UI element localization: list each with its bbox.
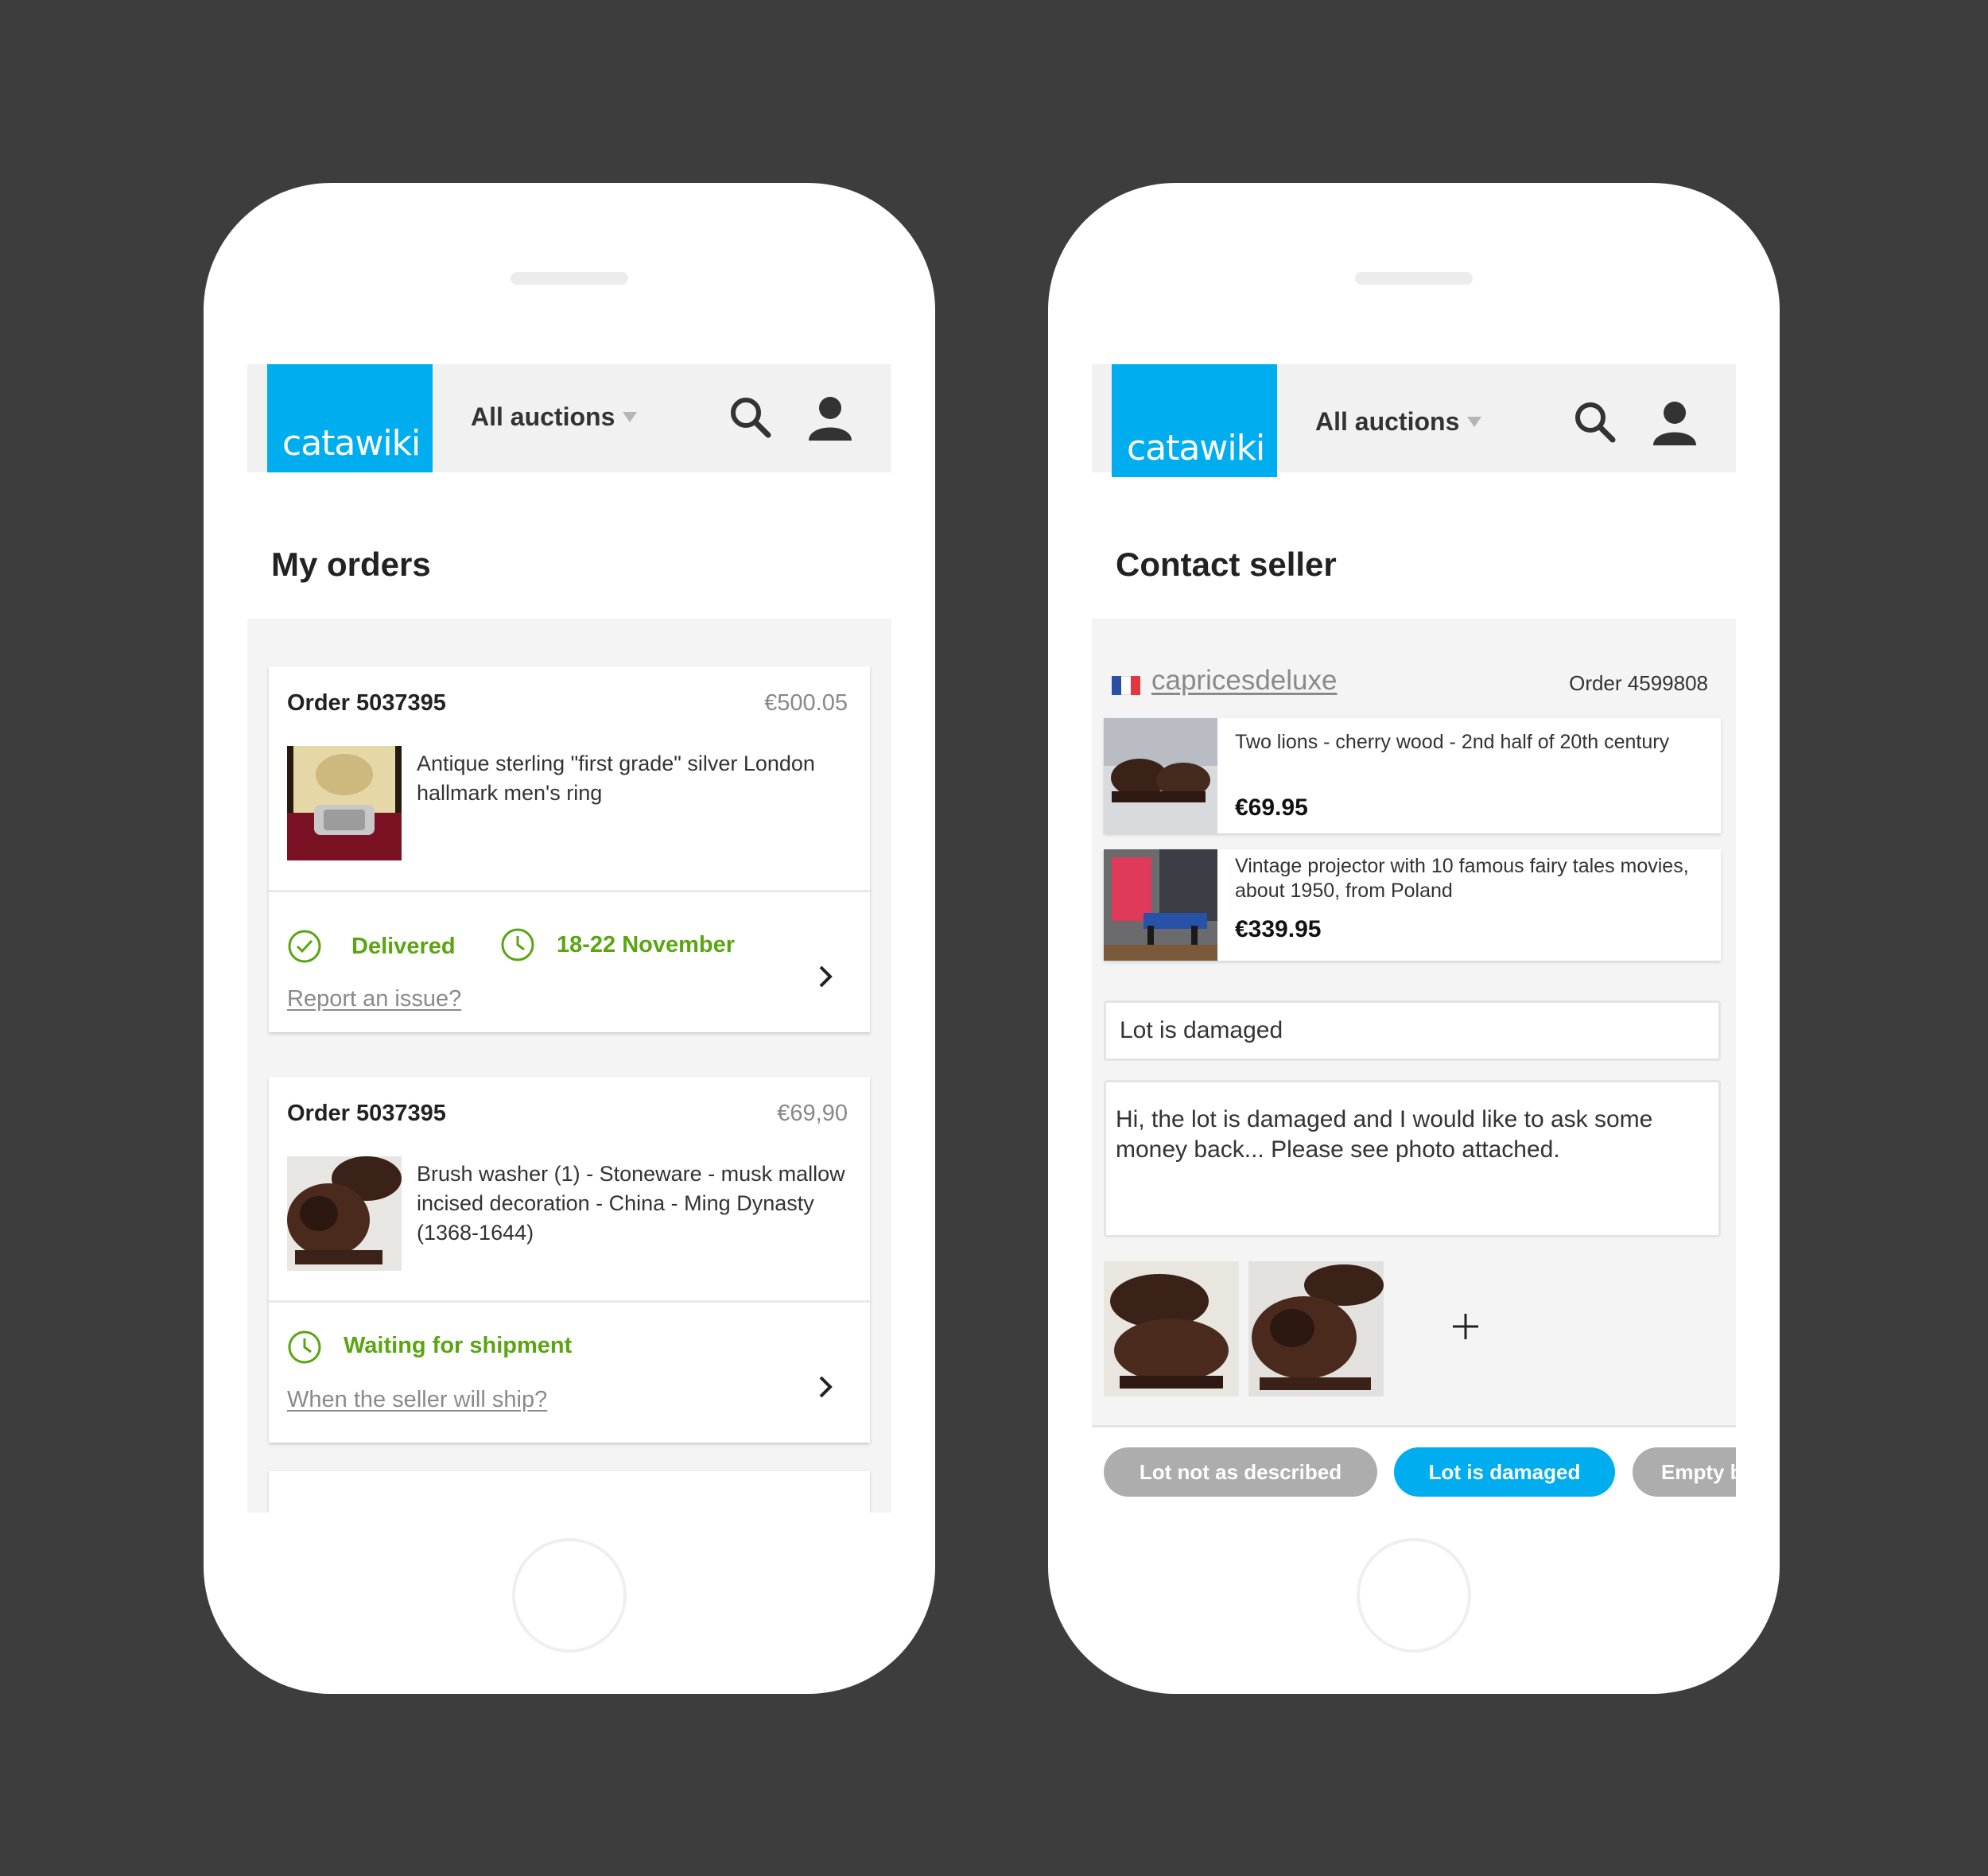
clock-icon [501,928,534,961]
when-ship-link[interactable]: When the seller will ship? [287,1387,547,1413]
order-number: Order 5037395 [287,690,446,716]
order-card[interactable]: Order 5037395 €69,90 Brush washer (1) - … [269,1077,870,1443]
orders-list: Order 5037395 €500.05 Antique sterling "… [247,619,891,1513]
delivery-date: 18-22 November [557,932,736,957]
user-icon[interactable] [804,391,856,444]
report-issue-link[interactable]: Report an issue? [287,986,461,1012]
divider [269,1300,870,1303]
lot-card[interactable]: Two lions - cherry wood - 2nd half of 20… [1104,718,1721,833]
add-photo-icon[interactable] [1450,1311,1481,1342]
order-card[interactable]: Order 5037395 €500.05 Antique sterling "… [269,666,870,1032]
lot-price: €69.95 [1235,794,1308,821]
speaker [511,272,628,285]
phone-contact-seller: catawiki All auctions Contact seller cap… [1048,183,1780,1694]
lot-price: €339.95 [1235,916,1322,942]
order-number: Order 4599808 [1569,671,1708,695]
page-title: Contact seller [1116,546,1337,583]
clock-icon [288,1330,321,1364]
order-description: Brush washer (1) - Stoneware - musk mall… [417,1162,845,1245]
screen-my-orders: catawiki All auctions My orders Order 50… [247,364,891,1513]
lions-thumbnail [1104,718,1217,833]
contact-form: capricesdeluxe Order 4599808 Two lions -… [1092,619,1736,1513]
subject-field[interactable]: Lot is damaged [1104,1000,1721,1061]
delivery-status: Delivered [351,934,456,959]
all-auctions-label: All auctions [471,402,615,431]
search-icon[interactable] [724,391,777,444]
lot-title: Two lions - cherry wood - 2nd half of 20… [1235,731,1670,753]
caret-down-icon [1467,417,1482,427]
order-price: €69,90 [777,1101,848,1126]
message-textarea[interactable]: Hi, the lot is damaged and I would like … [1104,1080,1721,1237]
speaker [1355,272,1473,285]
all-auctions-dropdown[interactable]: All auctions [471,402,638,432]
divider [269,890,870,892]
chip-lot-not-as-described[interactable]: Lot not as described [1104,1447,1377,1497]
shipment-status: Waiting for shipment [344,1333,573,1358]
all-auctions-dropdown[interactable]: All auctions [1315,407,1482,437]
lot-title: Vintage projector with 10 famous fairy t… [1235,855,1689,902]
catawiki-logo[interactable]: catawiki [267,364,433,472]
catawiki-logo[interactable]: catawiki [1112,364,1277,477]
search-icon[interactable] [1569,396,1621,449]
chip-lot-is-damaged[interactable]: Lot is damaged [1394,1447,1615,1497]
attached-photo[interactable] [1248,1261,1384,1396]
chevron-right-icon[interactable] [814,961,838,992]
page-title: My orders [271,546,431,583]
order-description: Antique sterling "first grade" silver Lo… [417,752,815,805]
order-price: €500.05 [764,690,848,716]
phone-my-orders: catawiki All auctions My orders Order 50… [204,183,935,1694]
user-icon[interactable] [1648,396,1701,449]
chair-thumbnail [1104,849,1217,961]
navbar: catawiki All auctions [1092,364,1736,477]
chip-empty-box[interactable]: Empty b [1633,1447,1736,1497]
home-button[interactable] [512,1538,627,1653]
screen-contact-seller: catawiki All auctions Contact seller cap… [1092,364,1736,1513]
order-card[interactable] [269,1471,870,1513]
order-number: Order 5037395 [287,1101,446,1126]
france-flag-icon [1112,676,1140,695]
ring-thumbnail [287,746,402,860]
check-circle-icon [288,930,321,963]
home-button[interactable] [1357,1538,1471,1653]
reason-chips: Lot not as described Lot is damaged Empt… [1092,1425,1736,1513]
attached-photo[interactable] [1104,1261,1239,1396]
chevron-right-icon[interactable] [814,1371,838,1403]
caret-down-icon [623,412,638,422]
seller-header: capricesdeluxe Order 4599808 [1112,665,1716,700]
lot-card[interactable]: Vintage projector with 10 famous fairy t… [1104,849,1721,961]
all-auctions-label: All auctions [1315,407,1460,436]
seller-name-link[interactable]: capricesdeluxe [1151,665,1337,697]
navbar: catawiki All auctions [247,364,891,472]
lion-thumbnail [287,1156,402,1271]
